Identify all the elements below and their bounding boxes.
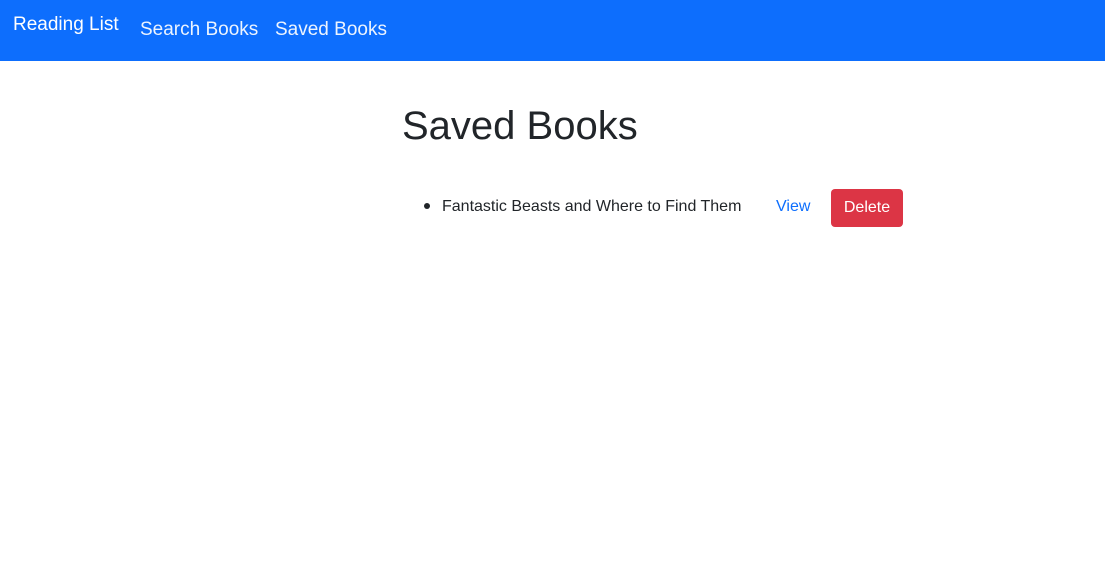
brand-link[interactable]: Reading List: [13, 13, 119, 37]
list-item: Fantastic Beasts and Where to Find Them …: [424, 189, 904, 227]
view-link[interactable]: View: [776, 197, 810, 217]
saved-books-list: Fantastic Beasts and Where to Find Them …: [424, 189, 904, 227]
nav-link-search-books[interactable]: Search Books: [140, 18, 258, 42]
page-title: Saved Books: [402, 104, 638, 148]
top-navbar: Reading List Search Books Saved Books: [0, 0, 1105, 61]
nav-link-saved-books[interactable]: Saved Books: [275, 18, 387, 42]
bullet-icon: [424, 203, 430, 209]
delete-button[interactable]: Delete: [831, 189, 903, 227]
book-title: Fantastic Beasts and Where to Find Them: [442, 198, 742, 215]
